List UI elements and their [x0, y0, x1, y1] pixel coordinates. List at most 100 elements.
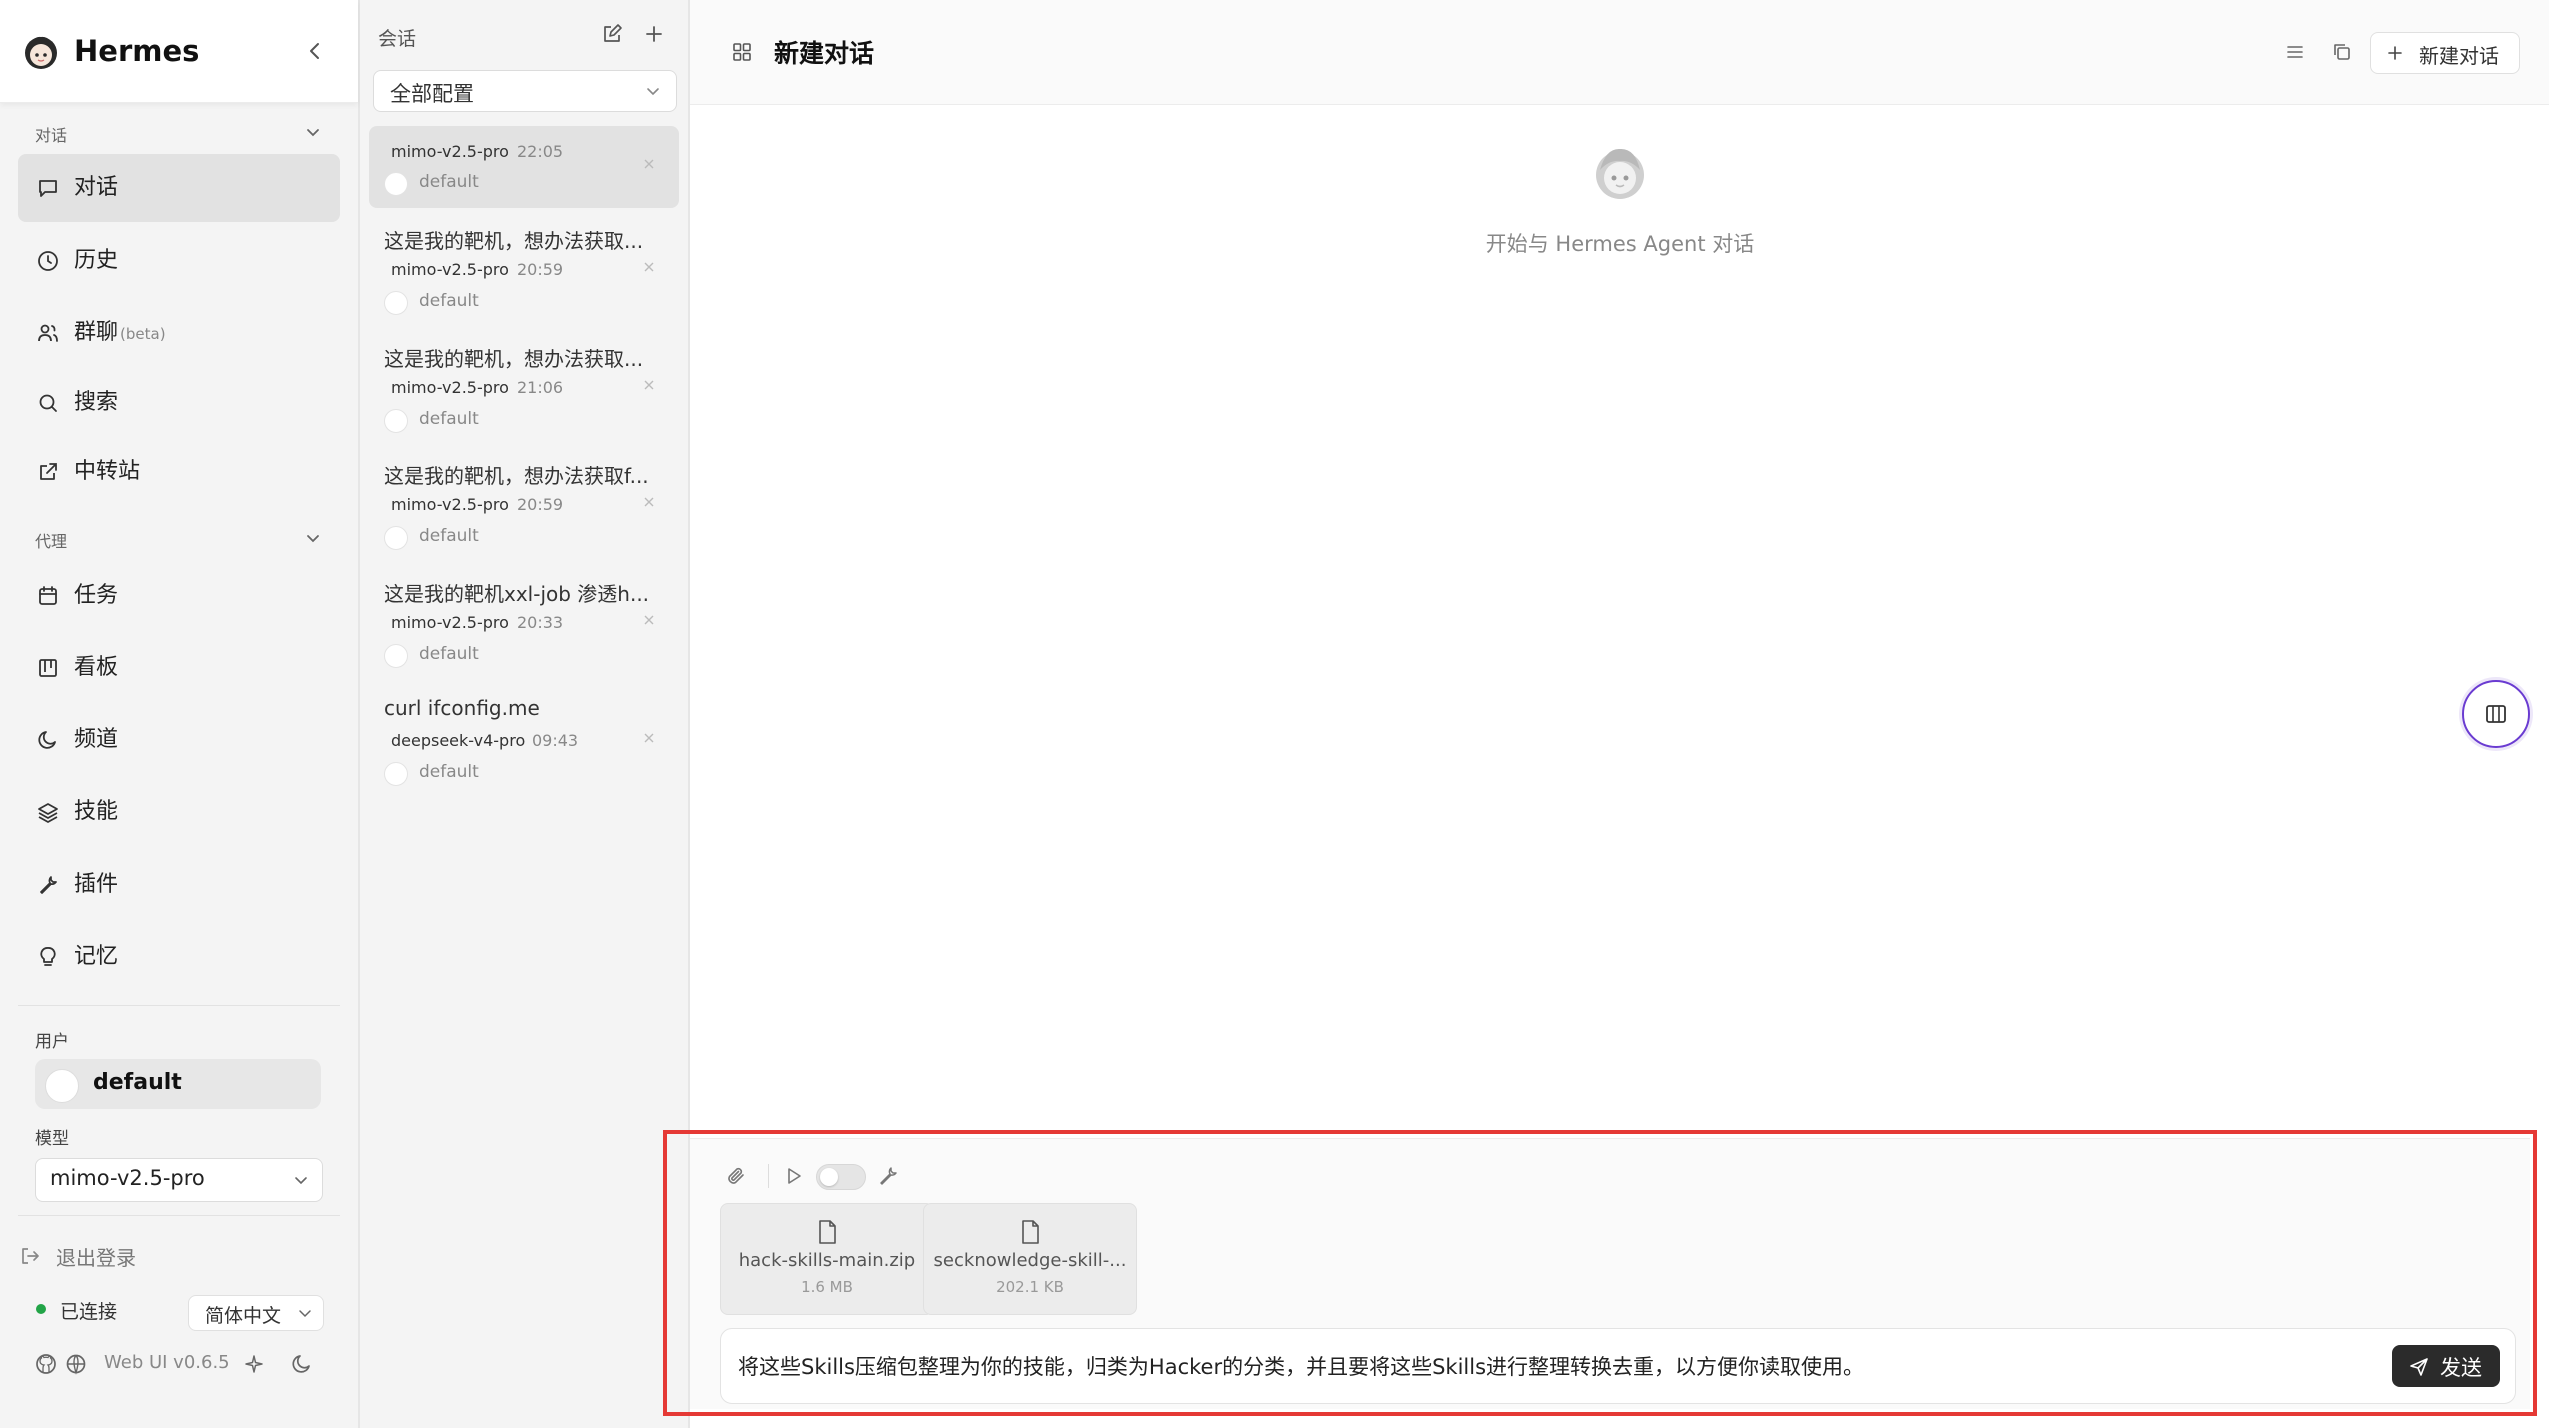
sidebar-item-plugins[interactable]: 插件	[18, 851, 340, 919]
session-title: 这是我的靶机，想办法获取...	[384, 347, 644, 371]
status-dot	[36, 1304, 46, 1314]
toggle-side-panel-button[interactable]	[2462, 680, 2530, 748]
sidebar-item-relay[interactable]: 中转站	[18, 438, 340, 506]
session-model: deepseek-v4-pro	[391, 731, 526, 750]
session-item[interactable]: mimo-v2.5-pro 22:05 default	[369, 126, 679, 208]
session-profile: default	[419, 644, 479, 664]
github-icon[interactable]	[34, 1352, 58, 1376]
sidebar-item-channels[interactable]: 频道	[18, 706, 340, 774]
sidebar-item-label: 插件	[74, 872, 119, 897]
highlight-frame	[663, 1130, 2537, 1416]
logout-button[interactable]: 退出登录	[18, 1240, 318, 1272]
session-filter-select[interactable]: 全部配置	[373, 70, 677, 112]
session-time: 20:59	[517, 495, 564, 514]
chevron-down-icon	[299, 1310, 311, 1318]
logout-label: 退出登录	[56, 1246, 136, 1270]
session-model: mimo-v2.5-pro	[391, 142, 509, 161]
logout-icon	[22, 1248, 39, 1264]
columns-icon	[2486, 705, 2506, 723]
connection-status: 已连接	[60, 1301, 118, 1323]
session-title: 这是我的靶机，想办法获取...	[384, 229, 644, 253]
language-select[interactable]: 简体中文	[188, 1295, 324, 1331]
sparkle-icon[interactable]	[242, 1352, 266, 1376]
section-title-agent: 代理	[35, 532, 68, 551]
external-link-icon	[40, 463, 57, 480]
close-icon[interactable]	[641, 494, 657, 510]
chevron-down-icon[interactable]	[302, 527, 324, 549]
chevron-down-icon	[647, 88, 659, 96]
sidebar-item-label: 记忆	[74, 944, 119, 969]
moon-icon[interactable]	[290, 1352, 314, 1376]
session-time: 20:33	[517, 613, 564, 632]
hermes-logo-icon	[25, 36, 57, 69]
layers-icon	[38, 803, 58, 823]
avatar	[384, 291, 408, 315]
session-title: 这是我的靶机xxl-job 渗透h...	[384, 582, 650, 606]
sidebar-item-group-chat[interactable]: 群聊 (beta)	[18, 299, 340, 367]
hermes-avatar-icon	[1596, 148, 1644, 199]
close-icon[interactable]	[641, 612, 657, 628]
wrench-icon	[40, 876, 57, 894]
sidebar-item-search[interactable]: 搜索	[18, 369, 340, 437]
sidebar-item-chat[interactable]: 对话	[18, 154, 340, 222]
model-select[interactable]: mimo-v2.5-pro	[35, 1158, 323, 1202]
sidebar-item-label: 搜索	[74, 390, 119, 415]
main-topbar	[690, 0, 2549, 105]
avatar	[384, 409, 408, 433]
close-icon[interactable]	[641, 730, 657, 746]
session-profile: default	[419, 762, 479, 782]
sidebar-item-label: 频道	[74, 727, 119, 752]
session-model: mimo-v2.5-pro	[391, 378, 509, 397]
sidebar-item-memory[interactable]: 记忆	[18, 923, 340, 991]
model-label: 模型	[35, 1129, 69, 1149]
new-chat-button[interactable]: 新建对话	[2370, 32, 2520, 74]
avatar	[384, 644, 408, 668]
version-label: Web UI v0.6.5	[104, 1352, 230, 1373]
sidebar-item-kanban[interactable]: 看板	[18, 634, 340, 702]
session-profile: default	[419, 291, 479, 311]
sidebar-item-history[interactable]: 历史	[18, 227, 340, 295]
chevron-down-icon[interactable]	[302, 121, 324, 143]
session-filter-value: 全部配置	[390, 82, 474, 106]
session-title: 这是我的靶机，想办法获取f...	[384, 464, 649, 488]
model-value: mimo-v2.5-pro	[50, 1166, 205, 1190]
new-chat-label: 新建对话	[2419, 44, 2499, 68]
edit-icon[interactable]	[600, 22, 624, 46]
globe-icon[interactable]	[64, 1352, 88, 1376]
divider	[18, 1215, 340, 1216]
sidebar-item-label: 历史	[74, 248, 119, 273]
session-item[interactable]: 这是我的靶机，想办法获取f... mimo-v2.5-pro 20:59 def…	[369, 454, 679, 554]
session-profile: default	[419, 172, 479, 192]
user-profile-card[interactable]: default	[35, 1059, 321, 1109]
message-square-icon	[39, 180, 57, 197]
close-icon[interactable]	[641, 377, 657, 393]
sidebar-item-tasks[interactable]: 任务	[18, 562, 340, 630]
sidebar-item-skills[interactable]: 技能	[18, 778, 340, 846]
session-item[interactable]: 这是我的靶机，想办法获取... mimo-v2.5-pro 21:06 defa…	[369, 337, 679, 437]
users-icon	[38, 324, 58, 342]
calendar-icon	[39, 586, 57, 605]
avatar	[384, 526, 408, 550]
session-item[interactable]: 这是我的靶机xxl-job 渗透h... mimo-v2.5-pro 20:33…	[369, 572, 679, 672]
close-icon[interactable]	[641, 156, 657, 172]
page-title: 新建对话	[774, 39, 875, 68]
sidebar-item-label: 看板	[74, 655, 119, 680]
sidebar-item-label: 对话	[74, 175, 119, 200]
avatar	[45, 1069, 79, 1103]
session-time: 09:43	[532, 731, 579, 750]
list-icon[interactable]	[2283, 40, 2307, 64]
collapse-sidebar-icon[interactable]	[302, 36, 328, 66]
sidebar-item-label: 中转站	[74, 459, 141, 484]
session-time: 21:06	[517, 378, 564, 397]
language-value: 简体中文	[205, 1305, 282, 1327]
session-model: mimo-v2.5-pro	[391, 260, 509, 279]
session-title: curl ifconfig.me	[384, 696, 540, 720]
copy-icon[interactable]	[2330, 40, 2354, 64]
close-icon[interactable]	[641, 259, 657, 275]
plus-icon[interactable]	[642, 22, 666, 46]
chevron-down-icon	[295, 1177, 307, 1185]
session-profile: default	[419, 526, 479, 546]
session-item[interactable]: curl ifconfig.me deepseek-v4-pro 09:43 d…	[369, 690, 679, 790]
session-item[interactable]: 这是我的靶机，想办法获取... mimo-v2.5-pro 20:59 defa…	[369, 219, 679, 319]
grid-icon[interactable]	[730, 40, 754, 64]
